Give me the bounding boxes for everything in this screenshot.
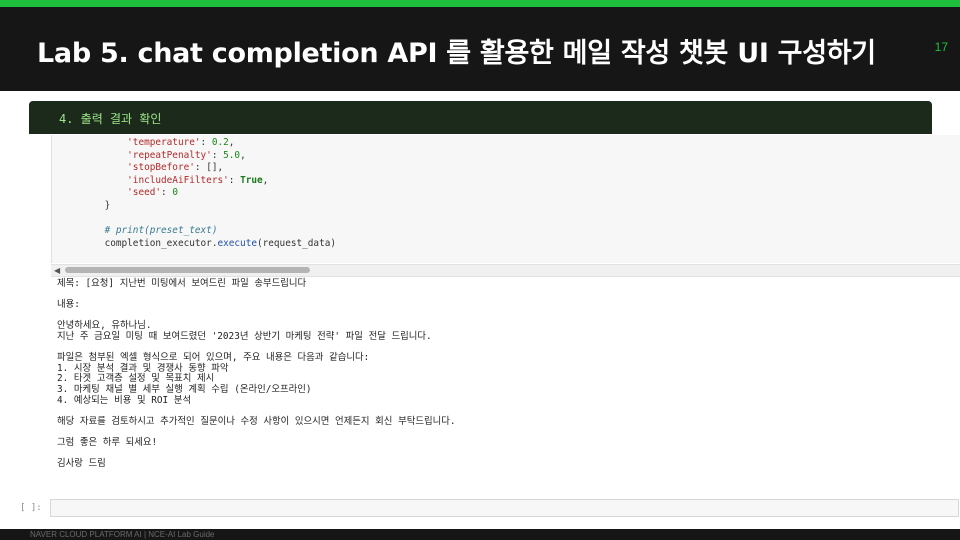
code-key: 'seed' — [127, 187, 162, 199]
output-request: 해당 자료를 검토하시고 추가적인 질문이나 수정 사항이 있으시면 언제든지 … — [57, 415, 456, 427]
code-cell[interactable]: 'temperature': 0.2, 'repeatPenalty': 5.0… — [51, 135, 960, 263]
scrollbar-thumb[interactable] — [65, 267, 310, 273]
scroll-left-arrow-icon[interactable]: ◀ — [54, 266, 60, 275]
code-key: 'repeatPenalty' — [127, 149, 212, 161]
cell-prompt: [ ]: — [20, 503, 42, 513]
horizontal-scrollbar[interactable]: ◀ — [51, 264, 960, 277]
output-greeting: 안녕하세요, 유하나님. — [57, 320, 152, 332]
section-label: 4. 출력 결과 확인 — [59, 112, 162, 126]
output-detail-intro: 파일은 첨부된 엑셀 형식으로 되어 있으며, 주요 내용은 다음과 같습니다: — [57, 352, 370, 364]
output-intro: 지난 주 금요일 미팅 때 보여드렸던 '2023년 상반기 마케팅 전략' 파… — [57, 330, 432, 342]
output-closing: 그럼 좋은 하루 되세요! — [57, 436, 158, 448]
slide-title: Lab 5. chat completion API 를 활용한 메일 작성 챗… — [37, 38, 876, 69]
code-value: 0 — [172, 187, 178, 199]
cell-output: 제목: [요청] 지난번 미팅에서 보여드린 파일 송부드립니다 내용: 안녕하… — [57, 278, 456, 470]
output-list-item: 2. 타겟 고객층 설정 및 목표치 제시 — [57, 373, 215, 385]
code-block: 'temperature': 0.2, 'repeatPenalty': 5.0… — [104, 137, 337, 249]
top-accent-bar — [0, 0, 960, 7]
slide-header: Lab 5. chat completion API 를 활용한 메일 작성 챗… — [0, 7, 960, 91]
output-list-item: 3. 마케팅 채널 별 세부 실행 계획 수립 (온라인/오프라인) — [57, 383, 312, 395]
code-close-brace: } — [104, 199, 111, 211]
page-number: 17 — [934, 40, 948, 54]
code-comment: # print(preset_text) — [104, 225, 218, 237]
code-call-args: (request_data) — [256, 237, 337, 249]
output-list-item: 4. 예상되는 비용 및 ROI 분석 — [57, 394, 192, 406]
slide-footer: NAVER CLOUD PLATFORM AI | NCE-AI Lab Gui… — [0, 529, 960, 540]
empty-code-cell[interactable] — [50, 499, 959, 517]
code-key: 'stopBefore' — [127, 162, 195, 174]
section-header: 4. 출력 결과 확인 — [29, 101, 932, 134]
code-call-object: completion_executor. — [104, 237, 218, 249]
code-key: 'temperature' — [127, 137, 201, 148]
code-value: True — [240, 174, 263, 186]
code-call-function: execute — [217, 237, 257, 249]
footer-text: NAVER CLOUD PLATFORM AI | NCE-AI Lab Gui… — [30, 530, 215, 539]
output-subject: 제목: [요청] 지난번 미팅에서 보여드린 파일 송부드립니다 — [57, 278, 307, 289]
code-value: 0.2 — [211, 137, 229, 148]
output-body-label: 내용: — [57, 299, 80, 311]
code-value: 5.0 — [223, 149, 241, 161]
output-signature: 김사랑 드림 — [57, 458, 106, 470]
code-value: [] — [206, 162, 218, 174]
code-key: 'includeAiFilters' — [127, 174, 229, 186]
